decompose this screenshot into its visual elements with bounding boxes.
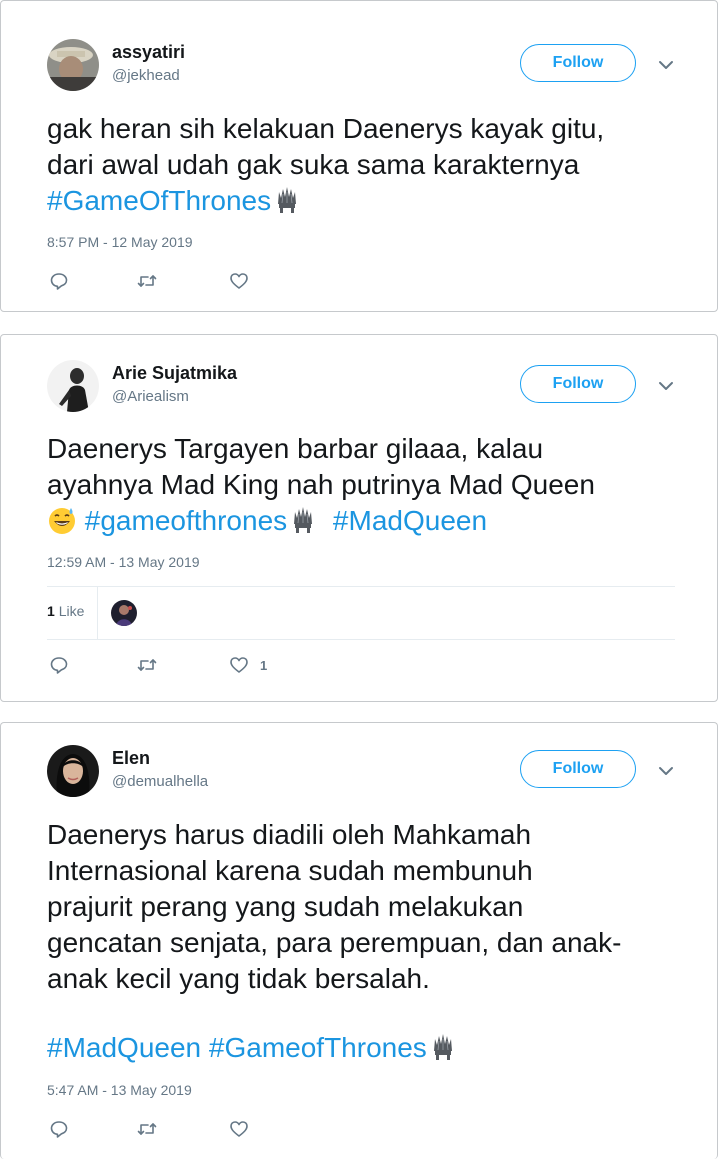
user-handle[interactable]: @Ariealism bbox=[112, 388, 189, 405]
follow-button[interactable]: Follow bbox=[520, 365, 636, 403]
tweet-card: Elen @demualhella Follow Daenerys harus … bbox=[0, 722, 718, 1159]
hashtag-link[interactable]: #MadQueen bbox=[47, 1032, 201, 1063]
tweet-text-line: gencatan senjata, para perempuan, dan an… bbox=[47, 927, 622, 958]
avatar[interactable] bbox=[47, 745, 99, 797]
like-heart-icon[interactable] bbox=[229, 1119, 249, 1139]
user-handle[interactable]: @demualhella bbox=[112, 773, 208, 790]
retweet-icon[interactable] bbox=[137, 1119, 157, 1139]
reply-icon[interactable] bbox=[49, 271, 69, 291]
likes-stat-label: Like bbox=[58, 603, 85, 619]
tweet-stats: 1 Like bbox=[47, 586, 675, 640]
tweet-text: Daenerys harus diadili oleh Mahkamah Int… bbox=[47, 817, 687, 997]
hashtag-link[interactable]: #MadQueen bbox=[333, 505, 487, 536]
hashtag-link[interactable]: #GameofThrones bbox=[209, 1032, 427, 1063]
display-name[interactable]: assyatiri bbox=[112, 42, 185, 63]
hashtag-link[interactable]: #GameOfThrones bbox=[47, 185, 271, 216]
iron-throne-emoji bbox=[433, 1034, 452, 1060]
avatar[interactable] bbox=[47, 39, 99, 91]
tweet-text-line: prajurit perang yang sudah melakukan bbox=[47, 891, 524, 922]
likes-stat-count: 1 bbox=[47, 603, 55, 619]
tweet-text-line: Daenerys harus diadili oleh Mahkamah bbox=[47, 819, 532, 850]
display-name[interactable]: Arie Sujatmika bbox=[112, 363, 237, 384]
tweet-timestamp[interactable]: 8:57 PM - 12 May 2019 bbox=[47, 234, 193, 250]
display-name[interactable]: Elen bbox=[112, 748, 150, 769]
tweet-text-line: gak heran sih kelakuan Daenerys kayak gi… bbox=[47, 113, 605, 144]
chevron-down-icon[interactable] bbox=[657, 380, 675, 392]
tweet-timestamp[interactable]: 12:59 AM - 13 May 2019 bbox=[47, 554, 200, 570]
tweet-actions bbox=[49, 271, 349, 295]
reply-icon[interactable] bbox=[49, 655, 69, 675]
hashtag-line: #MadQueen #GameofThrones bbox=[47, 1030, 687, 1066]
follow-button[interactable]: Follow bbox=[520, 44, 636, 82]
tweet-card: assyatiri @jekhead Follow gak heran sih … bbox=[0, 0, 718, 312]
user-handle[interactable]: @jekhead bbox=[112, 67, 180, 84]
hashtag-link[interactable]: #gameofthrones bbox=[85, 505, 287, 536]
tweet-text-line: dari awal udah gak suka sama karakternya bbox=[47, 149, 580, 180]
iron-throne-emoji bbox=[294, 507, 313, 533]
tweet-actions: 1 bbox=[49, 655, 349, 679]
likes-stat[interactable]: 1 Like bbox=[47, 603, 84, 619]
divider bbox=[97, 587, 98, 639]
tweet-actions bbox=[49, 1119, 349, 1143]
tweet-text-line: Daenerys Targayen barbar gilaaa, kalau bbox=[47, 433, 544, 464]
reply-icon[interactable] bbox=[49, 1119, 69, 1139]
tweet-text-line: Internasional karena sudah membunuh bbox=[47, 855, 533, 886]
grinning-sweat-emoji bbox=[49, 508, 75, 534]
retweet-icon[interactable] bbox=[137, 655, 157, 675]
liker-avatar[interactable] bbox=[111, 600, 137, 626]
like-heart-icon[interactable] bbox=[229, 655, 249, 675]
tweet-text: Daenerys Targayen barbar gilaaa, kalau a… bbox=[47, 431, 687, 539]
tweet-text-line: anak kecil yang tidak bersalah. bbox=[47, 963, 430, 994]
chevron-down-icon[interactable] bbox=[657, 59, 675, 71]
tweet-text: gak heran sih kelakuan Daenerys kayak gi… bbox=[47, 111, 687, 219]
iron-throne-emoji bbox=[278, 187, 297, 213]
follow-button[interactable]: Follow bbox=[520, 750, 636, 788]
hashtag-line: #gameofthrones #MadQueen bbox=[47, 503, 687, 539]
tweet-card: Arie Sujatmika @Ariealism Follow Daenery… bbox=[0, 334, 718, 702]
like-count: 1 bbox=[260, 658, 268, 673]
avatar[interactable] bbox=[47, 360, 99, 412]
retweet-icon[interactable] bbox=[137, 271, 157, 291]
hashtag-line: #GameOfThrones bbox=[47, 183, 687, 219]
chevron-down-icon[interactable] bbox=[657, 765, 675, 777]
tweet-text-line: ayahnya Mad King nah putrinya Mad Queen bbox=[47, 469, 595, 500]
like-heart-icon[interactable] bbox=[229, 271, 249, 291]
tweet-timestamp[interactable]: 5:47 AM - 13 May 2019 bbox=[47, 1082, 192, 1098]
